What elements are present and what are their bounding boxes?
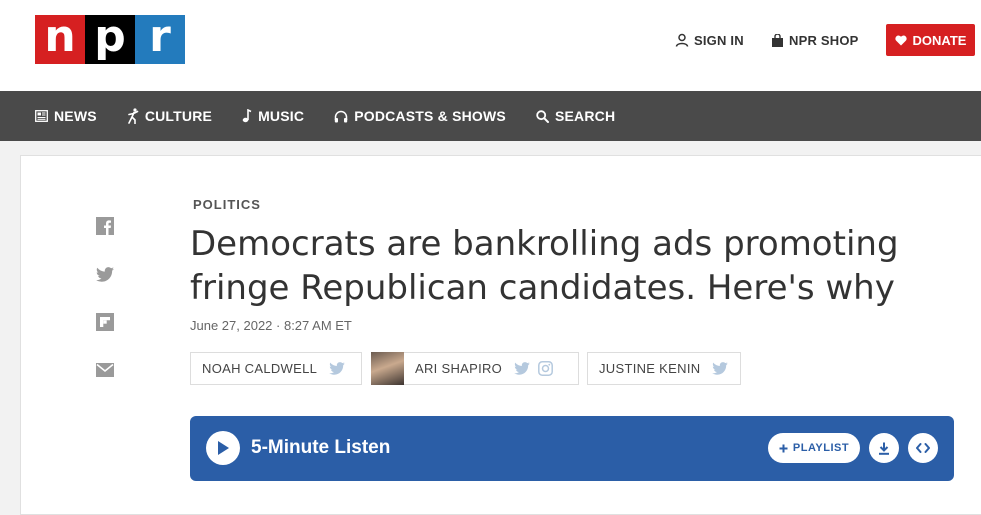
logo-letter-r: r xyxy=(135,14,185,64)
embed-button[interactable] xyxy=(908,433,938,463)
headphones-icon xyxy=(334,110,348,122)
npr-shop-link[interactable]: NPR SHOP xyxy=(771,24,859,56)
donate-button[interactable]: DONATE xyxy=(886,24,975,56)
byline-justine-kenin[interactable]: JUSTINE KENIN xyxy=(587,352,741,385)
shopping-bag-icon xyxy=(772,33,783,47)
article-date: June 27, 2022 · 8:27 AM ET xyxy=(190,318,352,333)
nav-search[interactable]: SEARCH xyxy=(536,108,615,124)
share-flipboard-icon[interactable] xyxy=(95,312,115,332)
article-headline: Democrats are bankrolling ads promoting … xyxy=(190,224,899,308)
heart-icon xyxy=(894,35,907,45)
share-facebook-icon[interactable] xyxy=(95,216,115,236)
download-button[interactable] xyxy=(869,433,899,463)
share-twitter-icon[interactable] xyxy=(95,264,115,284)
twitter-icon[interactable] xyxy=(712,362,729,375)
nav-music[interactable]: MUSIC xyxy=(242,108,304,124)
nav-music-label: MUSIC xyxy=(258,108,305,124)
nav-news-label: NEWS xyxy=(54,108,97,124)
twitter-icon[interactable] xyxy=(329,362,345,375)
embed-code-icon xyxy=(916,443,930,453)
nav-culture-label: CULTURE xyxy=(144,108,213,124)
avatar xyxy=(371,352,404,385)
logo-letter-p: p xyxy=(85,14,135,64)
user-icon xyxy=(675,33,689,47)
plus-icon xyxy=(779,444,788,452)
news-icon xyxy=(35,110,48,122)
nav-culture[interactable]: CULTURE xyxy=(127,108,212,124)
play-button[interactable] xyxy=(206,431,240,465)
twitter-icon[interactable] xyxy=(514,362,530,375)
byline-noah-caldwell[interactable]: NOAH CALDWELL xyxy=(190,352,362,385)
search-icon xyxy=(536,109,549,123)
byline-name: JUSTINE KENIN xyxy=(599,361,701,376)
audio-player: 5-Minute Listen PLAYLIST xyxy=(190,416,954,481)
byline-ari-shapiro[interactable]: ARI SHAPIRO xyxy=(371,352,579,385)
logo-letter-n: n xyxy=(35,14,85,64)
sign-in-label: SIGN IN xyxy=(694,32,744,48)
playlist-label: PLAYLIST xyxy=(792,442,850,454)
add-to-playlist-button[interactable]: PLAYLIST xyxy=(768,433,860,463)
instagram-icon[interactable] xyxy=(538,361,554,376)
donate-label: DONATE xyxy=(912,32,967,48)
share-email-icon[interactable] xyxy=(95,360,115,380)
site-header: n p r SIGN IN NPR SHOP DONATE xyxy=(0,0,981,91)
dancer-icon xyxy=(128,108,139,124)
nav-news[interactable]: NEWS xyxy=(35,108,97,124)
section-label[interactable]: POLITICS xyxy=(193,197,261,212)
nav-podcasts[interactable]: PODCASTS & SHOWS xyxy=(334,108,506,124)
music-note-icon xyxy=(242,109,252,123)
sign-in-link[interactable]: SIGN IN xyxy=(675,24,744,56)
download-icon xyxy=(879,442,889,455)
nav-podcasts-label: PODCASTS & SHOWS xyxy=(354,108,506,124)
shop-label: NPR SHOP xyxy=(789,32,859,48)
nav-search-label: SEARCH xyxy=(554,108,616,124)
listen-duration-label: 5-Minute Listen xyxy=(251,437,391,458)
npr-logo[interactable]: n p r xyxy=(35,14,185,64)
main-nav: NEWS CULTURE MUSIC PODCASTS & SHOWS SEAR… xyxy=(0,91,981,141)
play-icon xyxy=(218,441,229,455)
byline-name: ARI SHAPIRO xyxy=(415,361,503,376)
byline-name: NOAH CALDWELL xyxy=(202,361,318,376)
